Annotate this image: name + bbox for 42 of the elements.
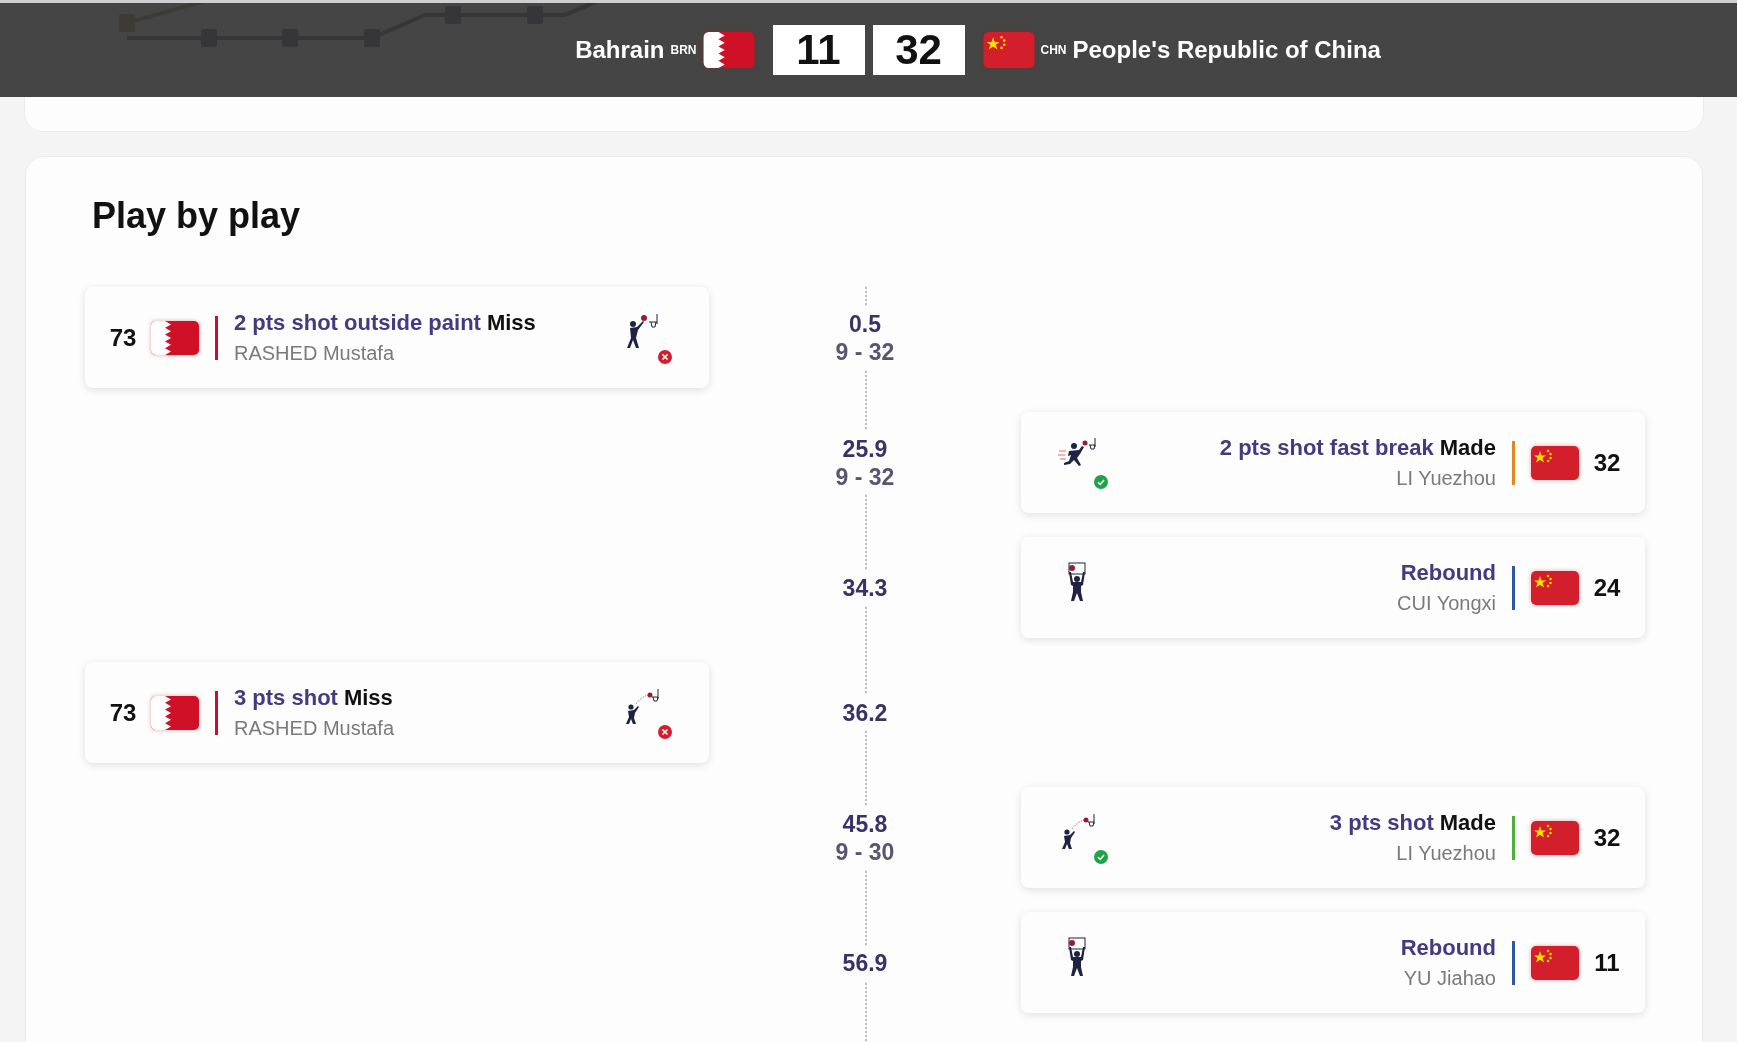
game-time: 45.8 [842,809,888,838]
running-score: 9 - 32 [835,462,895,491]
player-name: LI Yuezhou [1396,467,1496,490]
china-flag-icon [1531,570,1579,605]
game-time: 0.5 [849,309,881,338]
player-number: 73 [108,323,138,352]
game-time: 36.2 [842,698,888,727]
player-name: RASHED Mustafa [234,717,396,740]
running-score: 9 - 30 [835,837,895,866]
player-name: YU Jiahao [1403,967,1496,990]
player-number: 32 [1592,448,1622,477]
team-code: CHN [1040,43,1067,57]
section-title: Play by play [92,195,302,237]
china-flag-icon [1531,445,1579,480]
running-score: 9 - 32 [835,337,895,366]
play-description: Rebound [1400,560,1496,586]
bahrain-flag-icon [702,32,755,68]
play-description: 2 pts shot fast break Made [1219,435,1496,461]
play-description: 3 pts shot Miss [234,685,394,711]
player-name: LI Yuezhou [1396,842,1496,865]
play-description: Rebound [1400,935,1496,961]
bahrain-flag-icon [151,695,199,730]
game-time: 25.9 [842,434,888,463]
china-flag-icon [982,32,1035,68]
play-description: 2 pts shot outside paint Miss [234,310,537,336]
china-flag-icon [1531,820,1579,855]
play-description: 3 pts shot Made [1329,810,1496,836]
player-number: 24 [1592,573,1622,602]
player-number: 73 [108,698,138,727]
china-flag-icon [1531,945,1579,980]
player-number: 32 [1592,823,1622,852]
team-name: People's Republic of China [1072,36,1381,64]
team-name: Bahrain [575,36,665,64]
team-score: 32 [872,25,965,75]
player-name: RASHED Mustafa [234,342,396,365]
game-time: 34.3 [842,573,888,602]
bahrain-flag-icon [151,320,199,355]
team-code: BRN [670,43,697,57]
game-time: 56.9 [842,948,888,977]
player-name: CUI Yongxi [1397,592,1496,615]
player-number: 11 [1593,948,1621,977]
team-score: 11 [772,25,865,75]
